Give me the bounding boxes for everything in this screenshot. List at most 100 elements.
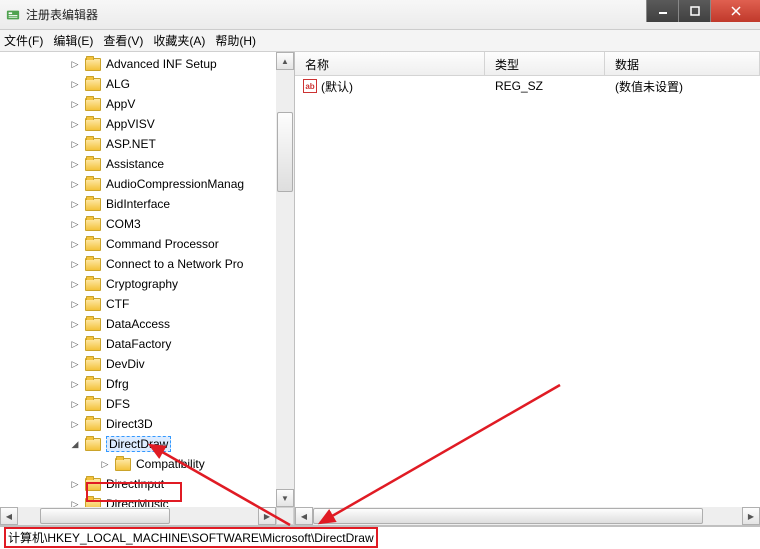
tree-item[interactable]: ▷DFS: [0, 394, 276, 414]
value-row[interactable]: ab (默认) REG_SZ (数值未设置): [295, 76, 760, 96]
folder-icon: [85, 378, 101, 391]
expand-icon[interactable]: ▷: [70, 239, 80, 249]
tree-item[interactable]: ▷Connect to a Network Pro: [0, 254, 276, 274]
expand-icon[interactable]: ▷: [70, 499, 80, 507]
tree-item-label: CTF: [106, 297, 129, 311]
expand-icon[interactable]: ▷: [70, 299, 80, 309]
expand-icon[interactable]: ▷: [70, 119, 80, 129]
column-name[interactable]: 名称: [295, 52, 485, 75]
titlebar: 注册表编辑器: [0, 0, 760, 30]
folder-icon: [85, 78, 101, 91]
scroll-thumb[interactable]: [277, 112, 293, 192]
tree-item-label: ALG: [106, 77, 130, 91]
tree-item[interactable]: ▷ BidInterface: [0, 194, 276, 214]
expand-icon[interactable]: ▷: [70, 319, 80, 329]
expand-icon[interactable]: ▷: [70, 359, 80, 369]
reg-sz-icon: ab: [303, 79, 317, 93]
scroll-left-button[interactable]: ◀: [0, 507, 18, 525]
horizontal-scrollbar-right[interactable]: ◀ ▶: [295, 507, 760, 525]
expand-icon[interactable]: ▷: [70, 139, 80, 149]
tree-item[interactable]: ▷ Compatibility: [0, 454, 276, 474]
tree-item[interactable]: ▷AppV: [0, 94, 276, 114]
expand-icon[interactable]: ▷: [70, 339, 80, 349]
tree-item-label: BidInterface: [106, 197, 170, 211]
tree-item[interactable]: ▷Advanced INF Setup: [0, 54, 276, 74]
close-button[interactable]: [710, 0, 760, 22]
folder-icon: [85, 198, 101, 211]
menubar: 文件(F) 编辑(E) 查看(V) 收藏夹(A) 帮助(H): [0, 30, 760, 52]
expand-icon[interactable]: ▷: [70, 279, 80, 289]
tree-item[interactable]: ▷ ALG: [0, 74, 276, 94]
tree-item[interactable]: ▷DataAccess: [0, 314, 276, 334]
folder-icon: [85, 138, 101, 151]
scroll-right-button[interactable]: ▶: [742, 507, 760, 525]
tree-item[interactable]: ▷DataFactory: [0, 334, 276, 354]
scroll-down-button[interactable]: ▼: [276, 489, 294, 507]
expand-icon[interactable]: ▷: [70, 259, 80, 269]
folder-icon: [85, 398, 101, 411]
folder-icon: [85, 298, 101, 311]
column-type[interactable]: 类型: [485, 52, 605, 75]
expand-icon[interactable]: ▷: [70, 99, 80, 109]
tree-item[interactable]: ▷Command Processor: [0, 234, 276, 254]
menu-view[interactable]: 查看(V): [103, 32, 143, 49]
expand-icon[interactable]: ▷: [70, 419, 80, 429]
registry-tree[interactable]: ▷Advanced INF Setup▷ALG▷AppV▷AppVISV▷ASP…: [0, 52, 276, 507]
tree-item[interactable]: ▷DevDiv: [0, 354, 276, 374]
horizontal-scrollbar[interactable]: ◀ ▶: [0, 507, 276, 525]
expand-icon[interactable]: ▷: [70, 479, 80, 489]
menu-edit[interactable]: 编辑(E): [53, 32, 93, 49]
minimize-button[interactable]: [646, 0, 678, 22]
scroll-left-button[interactable]: ◀: [295, 507, 313, 525]
tree-pane: ▷Advanced INF Setup▷ALG▷AppV▷AppVISV▷ASP…: [0, 52, 295, 525]
menu-favorites[interactable]: 收藏夹(A): [153, 32, 205, 49]
tree-item[interactable]: ◢DirectDraw: [0, 434, 276, 454]
tree-item[interactable]: ▷COM3: [0, 214, 276, 234]
tree-item-label: ASP.NET: [106, 137, 156, 151]
tree-item-label: Compatibility: [136, 457, 205, 471]
folder-icon: [85, 218, 101, 231]
menu-help[interactable]: 帮助(H): [215, 32, 256, 49]
content: ▷Advanced INF Setup▷ALG▷AppV▷AppVISV▷ASP…: [0, 52, 760, 526]
value-type: REG_SZ: [485, 79, 605, 93]
column-data[interactable]: 数据: [605, 52, 760, 75]
scroll-thumb-h[interactable]: [40, 508, 170, 524]
expand-icon[interactable]: ▷: [70, 159, 80, 169]
tree-item[interactable]: ▷AppVISV: [0, 114, 276, 134]
folder-icon: [85, 358, 101, 371]
expand-icon[interactable]: ▷: [70, 59, 80, 69]
vertical-scrollbar[interactable]: ▲ ▼: [276, 52, 294, 507]
expand-icon[interactable]: ▷: [100, 459, 110, 469]
scroll-up-button[interactable]: ▲: [276, 52, 294, 70]
folder-icon: [115, 458, 131, 471]
expand-icon[interactable]: ▷: [70, 219, 80, 229]
tree-item[interactable]: ▷AudioCompressionManag: [0, 174, 276, 194]
tree-item[interactable]: ▷Cryptography: [0, 274, 276, 294]
expand-icon[interactable]: ▷: [70, 79, 80, 89]
value-name: (默认): [321, 78, 353, 95]
menu-file[interactable]: 文件(F): [4, 32, 43, 49]
regedit-icon: [6, 8, 20, 22]
folder-icon: [85, 118, 101, 131]
tree-item[interactable]: ▷Dfrg: [0, 374, 276, 394]
expand-icon[interactable]: ▷: [70, 379, 80, 389]
expand-icon[interactable]: ▷: [70, 199, 80, 209]
expand-icon[interactable]: ▷: [70, 399, 80, 409]
value-name-cell: ab (默认): [295, 78, 485, 95]
scroll-thumb-h[interactable]: [313, 508, 703, 524]
tree-item-label: Direct3D: [106, 417, 153, 431]
tree-item[interactable]: ▷ Direct3D: [0, 414, 276, 434]
scroll-right-button[interactable]: ▶: [258, 507, 276, 525]
folder-icon: [85, 338, 101, 351]
tree-item[interactable]: ▷ ASP.NET: [0, 134, 276, 154]
status-path: 计算机\HKEY_LOCAL_MACHINE\SOFTWARE\Microsof…: [4, 527, 378, 548]
expand-icon[interactable]: ▷: [70, 179, 80, 189]
folder-icon: [85, 98, 101, 111]
expand-icon[interactable]: ◢: [70, 439, 80, 449]
tree-item[interactable]: ▷ CTF: [0, 294, 276, 314]
maximize-button[interactable]: [678, 0, 710, 22]
tree-item[interactable]: ▷Assistance: [0, 154, 276, 174]
folder-icon: [85, 318, 101, 331]
folder-icon: [85, 278, 101, 291]
annotation-highlight-tree: [86, 482, 182, 502]
